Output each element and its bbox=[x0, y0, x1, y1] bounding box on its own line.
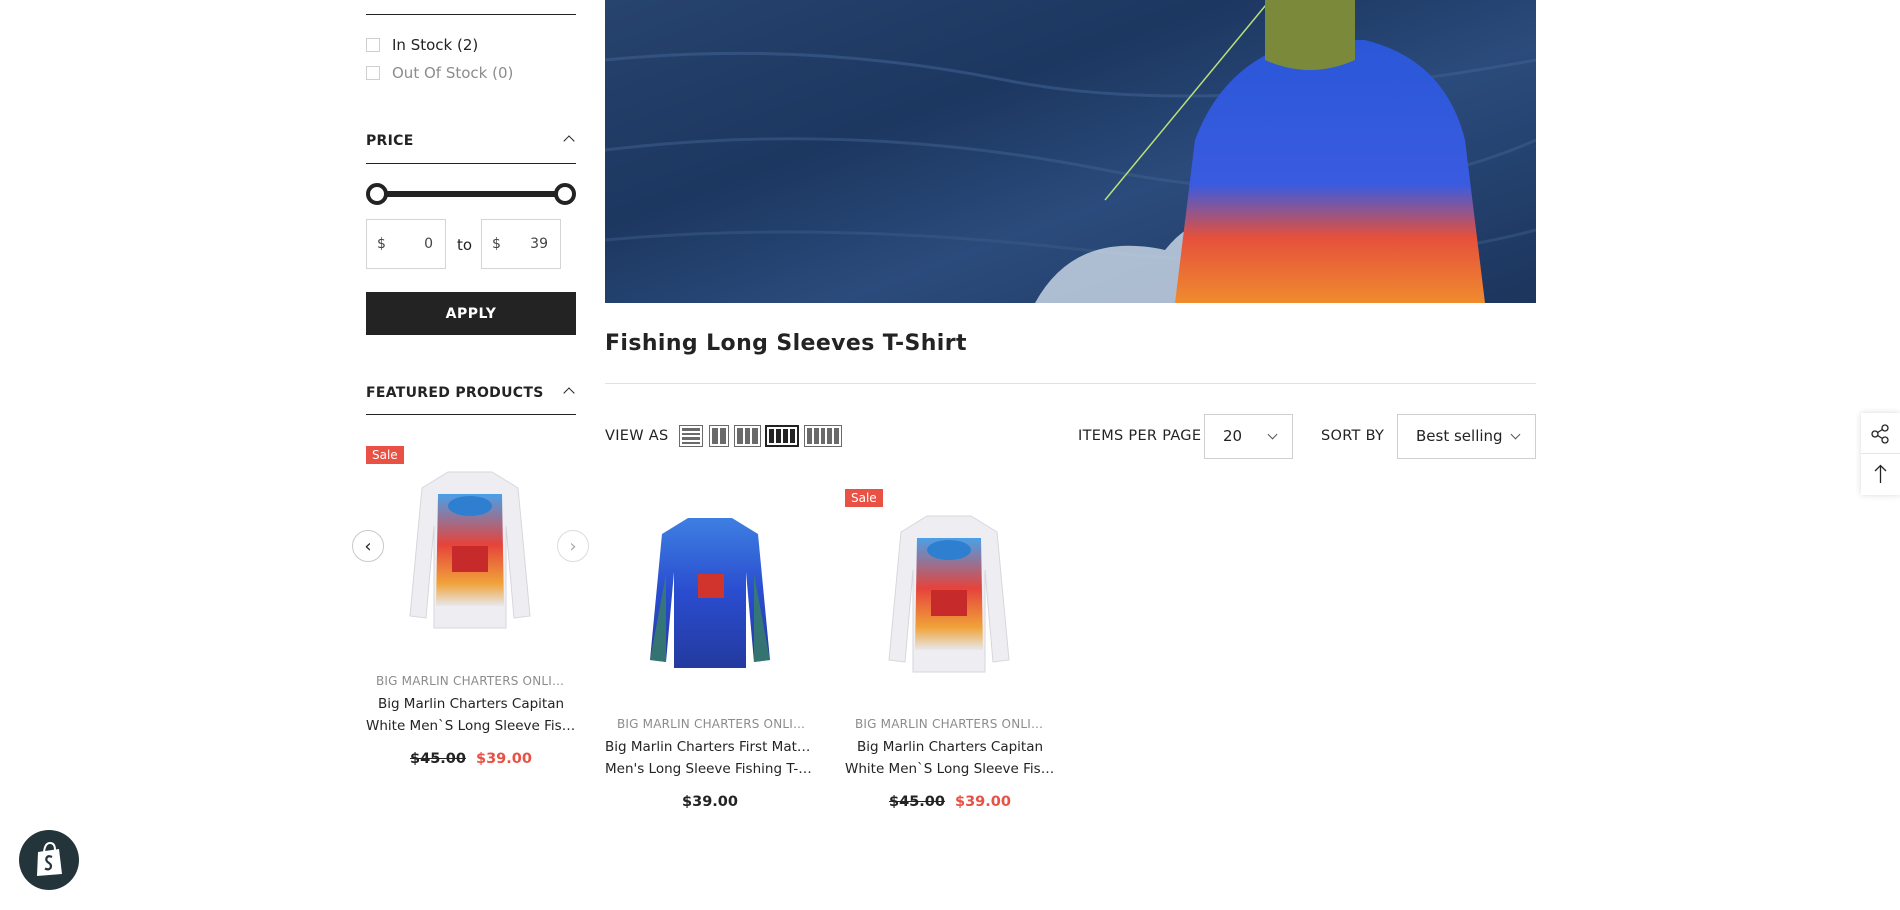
price-min-input[interactable]: $ 0 bbox=[366, 219, 446, 269]
product-title-line2[interactable]: White Men`S Long Sleeve Fishing T-Shirt bbox=[366, 715, 576, 737]
product-title-line1[interactable]: Big Marlin Charters Capitan bbox=[845, 736, 1055, 758]
sort-by-value: Best selling bbox=[1416, 427, 1503, 445]
chevron-down-icon bbox=[1267, 429, 1278, 440]
featured-divider bbox=[366, 414, 576, 415]
price-heading[interactable]: PRICE bbox=[366, 133, 414, 149]
sale-badge: Sale bbox=[845, 489, 883, 507]
view-grid-3-button[interactable] bbox=[734, 425, 761, 447]
price-to-label: to bbox=[457, 236, 473, 254]
chevron-up-icon[interactable] bbox=[563, 387, 575, 399]
product-vendor[interactable]: BIG MARLIN CHARTERS ONLINE STORE bbox=[376, 674, 570, 688]
shirt-image bbox=[650, 518, 770, 668]
shirt-image bbox=[409, 471, 531, 629]
product-title-line2[interactable]: White Men`S Long Sleeve Fishing T-Shirt bbox=[845, 758, 1055, 780]
checkbox[interactable] bbox=[366, 66, 380, 80]
back-to-top-button[interactable] bbox=[1861, 454, 1900, 495]
compare-at-price: $45.00 bbox=[410, 751, 466, 767]
shopify-bag-icon bbox=[37, 841, 62, 876]
product-title[interactable]: Big Marlin Charters Capitan White Men`S … bbox=[366, 693, 576, 737]
chevron-up-icon[interactable] bbox=[563, 135, 575, 147]
view-grid-2-button[interactable] bbox=[709, 425, 729, 447]
product-title-line2[interactable]: Men's Long Sleeve Fishing T-Shirt bbox=[605, 758, 815, 780]
product-vendor[interactable]: BIG MARLIN CHARTERS ONLINE STORE bbox=[617, 717, 811, 731]
sort-by-label: SORT BY bbox=[1321, 428, 1385, 444]
chevron-down-icon bbox=[1510, 429, 1521, 440]
price-min-value[interactable]: 0 bbox=[424, 236, 433, 252]
chevron-left-icon: ‹ bbox=[364, 535, 372, 557]
items-per-page-select[interactable]: 20 bbox=[1204, 414, 1293, 459]
currency-symbol: $ bbox=[377, 236, 386, 252]
view-as-label: VIEW AS bbox=[605, 428, 669, 444]
title-divider bbox=[605, 383, 1536, 384]
product-title[interactable]: Big Marlin Charters First Mate Azul Men'… bbox=[605, 736, 815, 780]
filter-out-of-stock-label: Out Of Stock (0) bbox=[392, 64, 514, 82]
floating-actions bbox=[1861, 413, 1900, 495]
regular-price: $39.00 bbox=[682, 794, 738, 810]
view-grid-4-button[interactable] bbox=[765, 425, 799, 447]
carousel-next-button[interactable]: › bbox=[557, 530, 589, 562]
currency-symbol: $ bbox=[492, 236, 501, 252]
filter-in-stock[interactable]: In Stock (2) bbox=[366, 36, 478, 54]
banner-image bbox=[605, 0, 1536, 303]
sale-price: $39.00 bbox=[476, 751, 532, 767]
compare-at-price: $45.00 bbox=[889, 794, 945, 810]
collection-title: Fishing Long Sleeves T-Shirt bbox=[605, 331, 967, 356]
product-title-line1[interactable]: Big Marlin Charters First Mate Azul bbox=[605, 736, 815, 758]
price-slider-min-handle[interactable] bbox=[366, 183, 388, 205]
sort-by-select[interactable]: Best selling bbox=[1397, 414, 1536, 459]
product-price: $45.00 $39.00 bbox=[366, 751, 576, 767]
price-slider-track[interactable] bbox=[376, 191, 564, 197]
filter-divider bbox=[366, 14, 576, 15]
view-grid-5-button[interactable] bbox=[804, 425, 842, 447]
items-per-page-label: ITEMS PER PAGE bbox=[1078, 428, 1202, 444]
apply-price-button[interactable]: APPLY bbox=[366, 292, 576, 335]
share-button[interactable] bbox=[1861, 413, 1900, 454]
shopify-badge-button[interactable] bbox=[19, 830, 79, 890]
collection-banner bbox=[605, 0, 1536, 303]
checkbox[interactable] bbox=[366, 38, 380, 52]
carousel-prev-button[interactable]: ‹ bbox=[352, 530, 384, 562]
arrow-up-icon bbox=[1874, 464, 1887, 483]
filter-out-of-stock[interactable]: Out Of Stock (0) bbox=[366, 64, 513, 82]
price-slider-max-handle[interactable] bbox=[554, 183, 576, 205]
product-price: $45.00 $39.00 bbox=[845, 794, 1055, 810]
product-image[interactable] bbox=[887, 510, 1011, 676]
featured-product-image[interactable] bbox=[408, 466, 532, 632]
product-title-line1[interactable]: Big Marlin Charters Capitan bbox=[366, 693, 576, 715]
filter-in-stock-label: In Stock (2) bbox=[392, 36, 479, 54]
product-vendor[interactable]: BIG MARLIN CHARTERS ONLINE STORE bbox=[855, 717, 1049, 731]
shirt-image bbox=[888, 515, 1010, 673]
product-title[interactable]: Big Marlin Charters Capitan White Men`S … bbox=[845, 736, 1055, 780]
product-image[interactable] bbox=[646, 514, 774, 674]
sale-price: $39.00 bbox=[955, 794, 1011, 810]
view-list-button[interactable] bbox=[679, 425, 703, 447]
price-max-value[interactable]: 39 bbox=[530, 236, 548, 252]
price-max-input[interactable]: $ 39 bbox=[481, 219, 561, 269]
product-price: $39.00 bbox=[605, 794, 815, 810]
share-icon bbox=[1871, 424, 1889, 444]
sale-badge: Sale bbox=[366, 446, 404, 464]
price-divider bbox=[366, 163, 576, 164]
chevron-right-icon: › bbox=[569, 535, 577, 557]
featured-products-heading[interactable]: FEATURED PRODUCTS bbox=[366, 385, 544, 401]
items-per-page-value: 20 bbox=[1223, 427, 1243, 445]
